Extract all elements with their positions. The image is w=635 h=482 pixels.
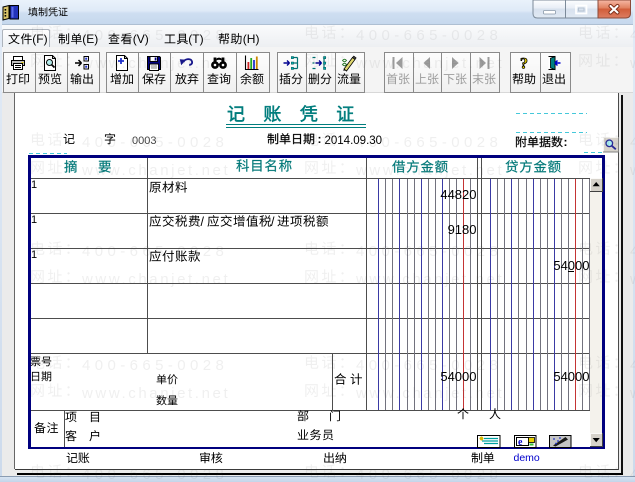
svg-text:?: ? xyxy=(520,55,528,72)
svg-text:e: e xyxy=(518,437,523,448)
